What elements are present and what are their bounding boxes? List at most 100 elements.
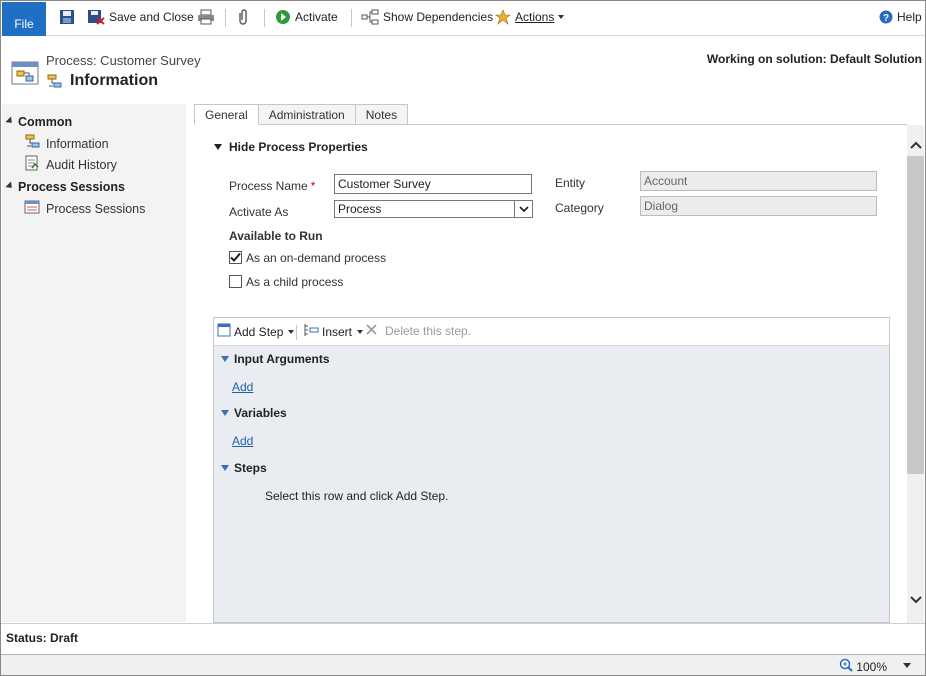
nav-section-process-sessions[interactable]: Process Sessions — [5, 180, 125, 194]
tab-administration[interactable]: Administration — [257, 104, 356, 125]
save-icon — [59, 9, 75, 25]
delete-step-button[interactable]: Delete this step. — [365, 323, 471, 339]
svg-text:?: ? — [883, 13, 889, 24]
save-button[interactable] — [59, 1, 75, 33]
show-dependencies-label: Show Dependencies — [383, 10, 494, 24]
section-title: Hide Process Properties — [229, 140, 368, 154]
process-name-label: Process Name * — [229, 179, 315, 193]
insert-icon — [303, 323, 319, 340]
entity-field: Account — [640, 171, 877, 191]
steps-hint-row[interactable]: Select this row and click Add Step. — [265, 489, 448, 503]
save-and-close-button[interactable]: Save and Close — [87, 1, 194, 33]
scroll-down-icon[interactable] — [909, 593, 922, 607]
activate-label: Activate — [295, 10, 338, 24]
process-entity-icon — [11, 60, 39, 88]
attach-button[interactable] — [237, 1, 249, 33]
process-name-label-text: Process Name — [229, 179, 308, 193]
bottom-bar: 100% — [1, 654, 925, 675]
zoom-icon — [839, 658, 854, 675]
nav-item-information[interactable]: Information — [24, 134, 109, 153]
steps-header[interactable]: Steps — [221, 461, 267, 475]
zoom-control[interactable]: 100% — [839, 658, 887, 675]
show-dependencies-button[interactable]: Show Dependencies — [361, 1, 493, 33]
chevron-down-icon — [288, 329, 295, 334]
tab-notes[interactable]: Notes — [354, 104, 409, 125]
child-process-label: As a child process — [246, 275, 344, 289]
process-icon — [46, 74, 62, 93]
activate-icon — [275, 9, 291, 25]
add-variable-link[interactable]: Add — [232, 434, 253, 448]
left-navigation: Common Information Audit History Process… — [2, 104, 186, 622]
entity-label: Entity — [555, 176, 586, 190]
process-name-field[interactable]: Customer Survey — [334, 174, 532, 194]
nav-item-audit-history[interactable]: Audit History — [24, 155, 117, 174]
dropdown-button[interactable] — [514, 201, 532, 217]
chevron-down-icon — [558, 15, 565, 19]
variables-header[interactable]: Variables — [221, 406, 287, 420]
status-text: Status: Draft — [6, 631, 79, 645]
help-menu[interactable]: ? Help — [879, 1, 926, 33]
solution-indicator: Working on solution: Default Solution — [706, 52, 922, 66]
nav-item-process-sessions[interactable]: Process Sessions — [24, 199, 145, 218]
file-button[interactable]: File — [2, 2, 46, 36]
on-demand-checkbox[interactable] — [229, 251, 242, 264]
insert-button[interactable]: Insert — [303, 323, 364, 340]
form-tabs: General Administration Notes — [194, 104, 409, 125]
delete-icon — [365, 323, 378, 339]
steps-label: Steps — [234, 461, 267, 475]
actions-icon — [495, 9, 511, 25]
tab-general[interactable]: General — [194, 104, 259, 125]
process-name-header: Process: Customer Survey — [46, 53, 201, 68]
child-process-checkbox[interactable] — [229, 275, 242, 288]
collapse-triangle-icon — [5, 180, 15, 191]
help-label: Help — [897, 10, 922, 24]
activate-as-select[interactable]: Process — [334, 200, 533, 218]
audit-history-icon — [24, 155, 40, 174]
collapse-triangle-icon — [214, 144, 222, 150]
collapse-triangle-icon — [5, 115, 15, 126]
hide-process-properties-toggle[interactable]: Hide Process Properties — [214, 140, 368, 154]
chevron-down-icon — [518, 205, 529, 212]
collapse-triangle-icon — [221, 356, 229, 362]
status-divider — [1, 623, 925, 624]
add-step-label: Add Step — [234, 324, 284, 339]
command-ribbon: File Save and Close Activate Show Depend… — [1, 1, 926, 36]
zoom-dropdown-icon[interactable] — [903, 663, 911, 668]
variables-label: Variables — [234, 406, 287, 420]
required-asterisk: * — [310, 179, 316, 193]
dependencies-icon — [361, 9, 379, 25]
actions-menu[interactable]: Actions — [495, 1, 565, 33]
add-step-icon — [217, 323, 231, 340]
nav-item-label: Audit History — [46, 157, 117, 172]
paperclip-icon — [237, 9, 249, 25]
chevron-down-icon — [357, 329, 364, 334]
category-field: Dialog — [640, 196, 877, 216]
vertical-scrollbar[interactable] — [907, 125, 924, 623]
input-arguments-label: Input Arguments — [234, 352, 330, 366]
nav-item-label: Information — [46, 136, 109, 151]
activate-as-value: Process — [338, 202, 382, 216]
process-sessions-icon — [24, 199, 40, 218]
input-arguments-header[interactable]: Input Arguments — [221, 352, 330, 366]
help-icon: ? — [879, 10, 893, 24]
nav-item-label: Process Sessions — [46, 201, 146, 216]
collapse-triangle-icon — [221, 465, 229, 471]
nav-section-common[interactable]: Common — [5, 115, 72, 129]
available-to-run-label: Available to Run — [229, 229, 323, 243]
activate-as-label: Activate As — [229, 205, 289, 219]
collapse-triangle-icon — [221, 410, 229, 416]
checkmark-icon — [230, 252, 241, 262]
print-button[interactable] — [197, 1, 215, 33]
process-designer: Add Step Insert Delete this step. Input … — [213, 317, 890, 623]
add-step-button[interactable]: Add Step — [217, 323, 295, 340]
save-close-icon — [87, 9, 105, 25]
save-and-close-label: Save and Close — [109, 10, 194, 24]
scroll-up-icon[interactable] — [909, 138, 922, 152]
actions-label: Actions — [515, 10, 555, 24]
delete-step-label: Delete this step. — [385, 324, 472, 338]
category-label: Category — [555, 201, 604, 215]
activate-button[interactable]: Activate — [275, 1, 338, 33]
add-input-argument-link[interactable]: Add — [232, 380, 253, 394]
scrollbar-thumb[interactable] — [907, 156, 924, 474]
print-icon — [197, 9, 215, 25]
